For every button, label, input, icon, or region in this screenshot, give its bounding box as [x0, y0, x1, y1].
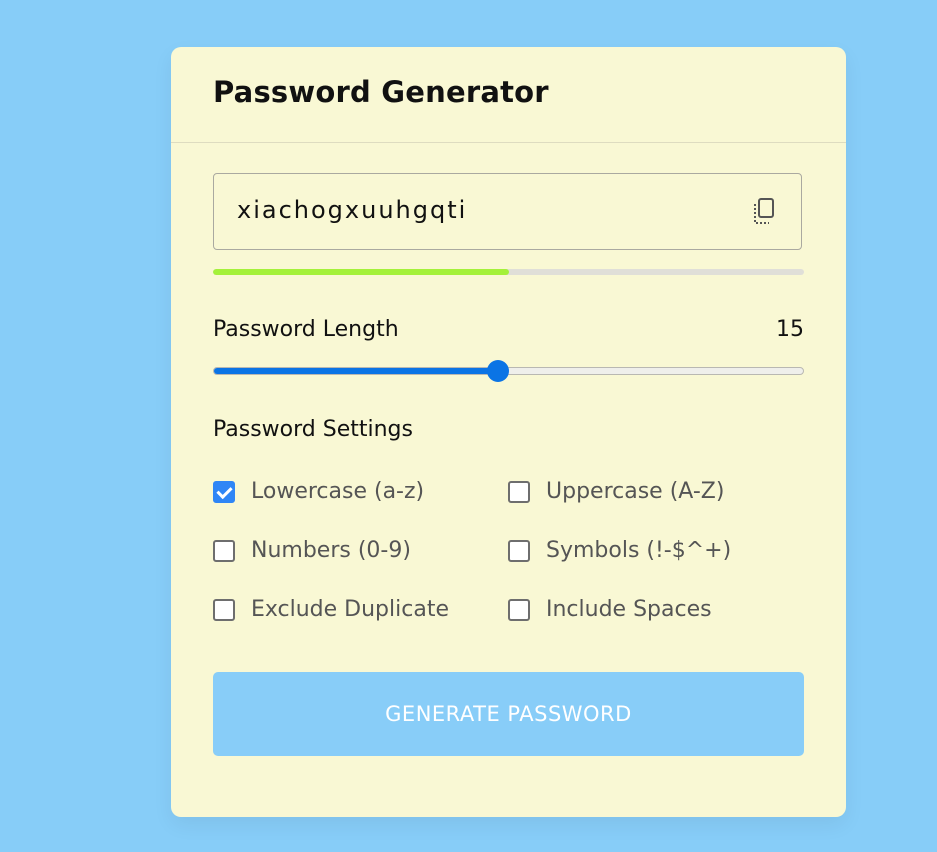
option-uppercase[interactable]: Uppercase (A-Z)	[508, 479, 724, 504]
option-label: Include Spaces	[546, 597, 712, 622]
numbers-checkbox[interactable]	[213, 539, 235, 562]
copy-icon[interactable]	[749, 196, 779, 228]
option-label: Numbers (0-9)	[251, 538, 411, 563]
uppercase-checkbox[interactable]	[508, 480, 530, 503]
strength-bar-fill	[213, 269, 509, 275]
strength-bar	[213, 269, 804, 275]
option-lowercase[interactable]: Lowercase (a-z)	[213, 479, 424, 504]
symbols-checkbox[interactable]	[508, 539, 530, 562]
length-value: 15	[776, 317, 804, 342]
option-exclude-duplicate[interactable]: Exclude Duplicate	[213, 597, 449, 622]
option-label: Exclude Duplicate	[251, 597, 449, 622]
slider-thumb[interactable]	[487, 360, 510, 382]
option-symbols[interactable]: Symbols (!-$^+)	[508, 538, 731, 563]
page-title: Password Generator	[213, 75, 549, 109]
exclude-duplicate-checkbox[interactable]	[213, 598, 235, 621]
option-label: Lowercase (a-z)	[251, 479, 425, 504]
generate-password-button[interactable]: GENERATE PASSWORD	[213, 672, 804, 756]
option-numbers[interactable]: Numbers (0-9)	[213, 538, 411, 563]
length-label: Password Length	[213, 317, 399, 342]
lowercase-checkbox[interactable]	[213, 480, 235, 503]
settings-label: Password Settings	[213, 417, 413, 442]
password-generator-card: Password Generator xiachogxuuhgqti Passw…	[171, 47, 846, 817]
slider-fill	[214, 368, 499, 374]
include-spaces-checkbox[interactable]	[508, 598, 530, 621]
option-include-spaces[interactable]: Include Spaces	[508, 597, 712, 622]
card-header: Password Generator	[171, 47, 846, 143]
password-output[interactable]: xiachogxuuhgqti	[213, 173, 802, 250]
option-label: Uppercase (A-Z)	[546, 479, 725, 504]
password-text: xiachogxuuhgqti	[237, 196, 468, 224]
option-label: Symbols (!-$^+)	[546, 538, 732, 563]
length-slider[interactable]	[213, 360, 804, 382]
